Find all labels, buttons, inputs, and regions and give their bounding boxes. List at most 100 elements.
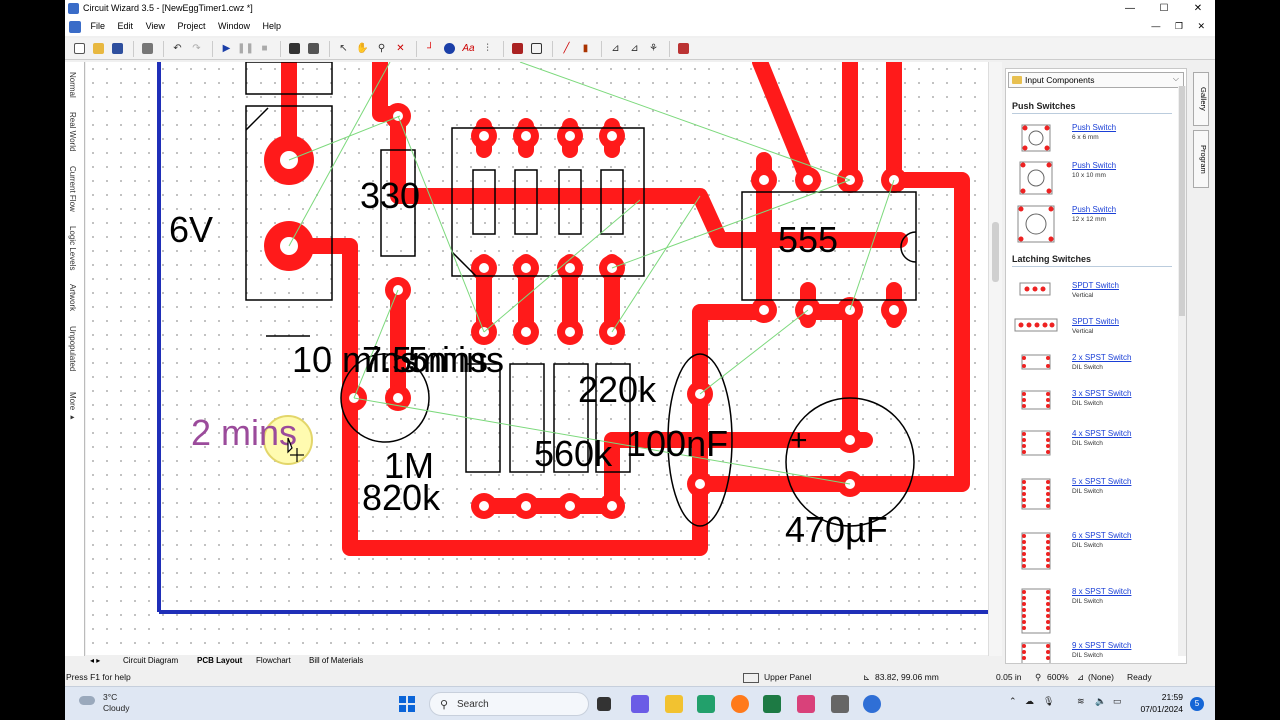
tab-logic-levels[interactable]: Logic Levels xyxy=(68,226,77,270)
probe-icon[interactable]: ╱ xyxy=(558,40,575,57)
component-dil-3[interactable]: 3 x SPST Switch DIL Switch xyxy=(1014,389,1174,429)
screen: Circuit Wizard 3.5 - [NewEggTimer1.cwz *… xyxy=(65,0,1215,720)
stop-icon[interactable]: ■ xyxy=(256,40,273,57)
track-icon[interactable]: ┘ xyxy=(422,40,439,57)
component-dil-6[interactable]: 6 x SPST Switch DIL Switch xyxy=(1014,531,1174,571)
component-spdt-vertical-1[interactable]: SPDT Switch Vertical xyxy=(1014,281,1174,321)
tab-artwork[interactable]: Artwork xyxy=(68,284,77,311)
redo-icon[interactable]: ↷ xyxy=(188,40,205,57)
weather-temp: 3°C xyxy=(103,692,118,702)
teams-icon[interactable] xyxy=(631,695,649,713)
label-ic: 555 xyxy=(778,219,838,260)
pan-icon[interactable]: ✋ xyxy=(354,40,371,57)
component-push-switch-10[interactable]: Push Switch 10 x 10 mm xyxy=(1014,161,1174,201)
minimize-button[interactable]: — xyxy=(1113,0,1147,18)
tab-bill-of-materials[interactable]: Bill of Materials xyxy=(309,656,363,665)
close-button[interactable]: ✕ xyxy=(1181,0,1215,18)
measure-icon[interactable]: ⊿ xyxy=(607,40,624,57)
toolbar: ↶ ↷ ▶ ❚❚ ■ ↖ ✋ ⚲ ✕ ┘ Aa ⫶ ╱ ▮ ⊿ ⊿ ⚘ xyxy=(65,38,1215,60)
document-window-controls[interactable]: — ❐ ✕ xyxy=(1151,21,1211,32)
component-dil-4[interactable]: 4 x SPST Switch DIL Switch xyxy=(1014,429,1174,469)
new-icon[interactable] xyxy=(71,40,88,57)
tab-normal[interactable]: Normal xyxy=(68,72,77,98)
pad-icon[interactable] xyxy=(441,40,458,57)
firefox-icon[interactable] xyxy=(731,695,749,713)
menu-project[interactable]: Project xyxy=(172,18,210,34)
menu-window[interactable]: Window xyxy=(213,18,255,34)
label-5-mins: 5mins xyxy=(408,339,504,380)
taskbar-search[interactable]: ⚲ Search xyxy=(429,692,589,716)
onedrive-icon[interactable]: ☁ xyxy=(1025,696,1034,707)
battery-icon[interactable]: ▭ xyxy=(1113,696,1122,707)
title-bar: Circuit Wizard 3.5 - [NewEggTimer1.cwz *… xyxy=(65,0,1215,18)
menu-edit[interactable]: Edit xyxy=(113,18,139,34)
tab-gallery[interactable]: Gallery xyxy=(1193,72,1209,126)
tab-flowchart[interactable]: Flowchart xyxy=(256,656,291,665)
drc-icon[interactable] xyxy=(509,40,526,57)
meter-icon[interactable]: ⊿ xyxy=(626,40,643,57)
canvas-scrollbar[interactable] xyxy=(988,62,1002,656)
tab-program[interactable]: Program xyxy=(1193,130,1209,188)
save-icon[interactable] xyxy=(109,40,126,57)
component-dil-8[interactable]: 8 x SPST Switch DIL Switch xyxy=(1014,587,1174,634)
component-spdt-vertical-2[interactable]: SPDT Switch Vertical xyxy=(1014,317,1174,357)
excel-icon[interactable] xyxy=(763,695,781,713)
export-icon[interactable] xyxy=(675,40,692,57)
tab-real-world[interactable]: Real World xyxy=(68,112,77,151)
frame-icon[interactable] xyxy=(528,40,545,57)
circuit-wizard-icon[interactable] xyxy=(831,695,849,713)
clock-time: 21:59 xyxy=(1161,692,1183,702)
delete-icon[interactable]: ✕ xyxy=(392,40,409,57)
play-icon[interactable]: ▶ xyxy=(218,40,235,57)
task-view-icon[interactable] xyxy=(597,697,611,711)
windows-start-icon[interactable] xyxy=(399,696,415,712)
edge-icon[interactable] xyxy=(697,695,715,713)
menu-view[interactable]: View xyxy=(141,18,170,34)
print-icon[interactable] xyxy=(139,40,156,57)
label-820k: 820k xyxy=(362,477,441,518)
menu-file[interactable]: File xyxy=(86,18,111,34)
maximize-button[interactable]: ☐ xyxy=(1147,0,1181,18)
tab-pcb-layout[interactable]: PCB Layout xyxy=(197,656,242,665)
pause-icon[interactable]: ❚❚ xyxy=(237,40,254,57)
tab-nav-arrows[interactable]: ◂ ▸ xyxy=(90,656,100,665)
pcb-canvas[interactable]: 6V 330 555 10 mins 7.5mins 5mins 2 mins … xyxy=(86,62,988,656)
menu-help[interactable]: Help xyxy=(258,18,287,34)
zoom-icon[interactable]: ⚲ xyxy=(373,40,390,57)
component-push-switch-6[interactable]: Push Switch 6 x 6 mm xyxy=(1014,123,1174,163)
microphone-icon[interactable]: 🎙 xyxy=(1043,696,1054,707)
graph-icon[interactable]: ▮ xyxy=(577,40,594,57)
app-icon-taskbar[interactable] xyxy=(863,695,881,713)
document-icon[interactable] xyxy=(69,21,81,33)
components-icon[interactable]: ⚘ xyxy=(645,40,662,57)
board-icon[interactable] xyxy=(305,40,322,57)
tab-more[interactable]: More ▸ xyxy=(68,392,77,421)
volume-icon[interactable]: 🔈 xyxy=(1095,696,1106,707)
slack-icon[interactable] xyxy=(797,695,815,713)
chevron-down-icon[interactable]: ⌵ xyxy=(1173,74,1179,84)
align-icon[interactable]: ⫶ xyxy=(479,40,496,57)
snap-icon: ⊿ xyxy=(1077,672,1085,682)
select-icon[interactable]: ↖ xyxy=(335,40,352,57)
category-dropdown[interactable]: Input Components ⌵ xyxy=(1008,72,1184,88)
text-icon[interactable]: Aa xyxy=(460,40,477,57)
clock[interactable]: 21:59 07/01/2024 xyxy=(1137,691,1183,715)
search-label: Search xyxy=(457,699,489,710)
file-explorer-icon[interactable] xyxy=(665,695,683,713)
panel-scrollbar[interactable] xyxy=(1178,86,1186,656)
component-dil-9[interactable]: 9 x SPST Switch DIL Switch xyxy=(1014,641,1174,663)
component-push-switch-12[interactable]: Push Switch 12 x 12 mm xyxy=(1014,205,1174,245)
undo-icon[interactable]: ↶ xyxy=(169,40,186,57)
component-icon[interactable] xyxy=(286,40,303,57)
open-icon[interactable] xyxy=(90,40,107,57)
tab-circuit-diagram[interactable]: Circuit Diagram xyxy=(123,656,178,665)
component-dil-2[interactable]: 2 x SPST Switch DIL Switch xyxy=(1014,353,1174,393)
component-dil-5[interactable]: 5 x SPST Switch DIL Switch xyxy=(1014,477,1174,517)
tab-current-flow[interactable]: Current Flow xyxy=(68,166,77,212)
notification-badge[interactable]: 5 xyxy=(1190,697,1204,711)
tray-chevron-icon[interactable]: ⌃ xyxy=(1009,696,1017,707)
wifi-icon[interactable]: ≋ xyxy=(1077,696,1085,707)
pcb-layout[interactable]: 6V 330 555 10 mins 7.5mins 5mins 2 mins … xyxy=(86,62,988,656)
label-2-mins[interactable]: 2 mins xyxy=(191,412,297,453)
tab-unpopulated[interactable]: Unpopulated xyxy=(68,326,77,371)
